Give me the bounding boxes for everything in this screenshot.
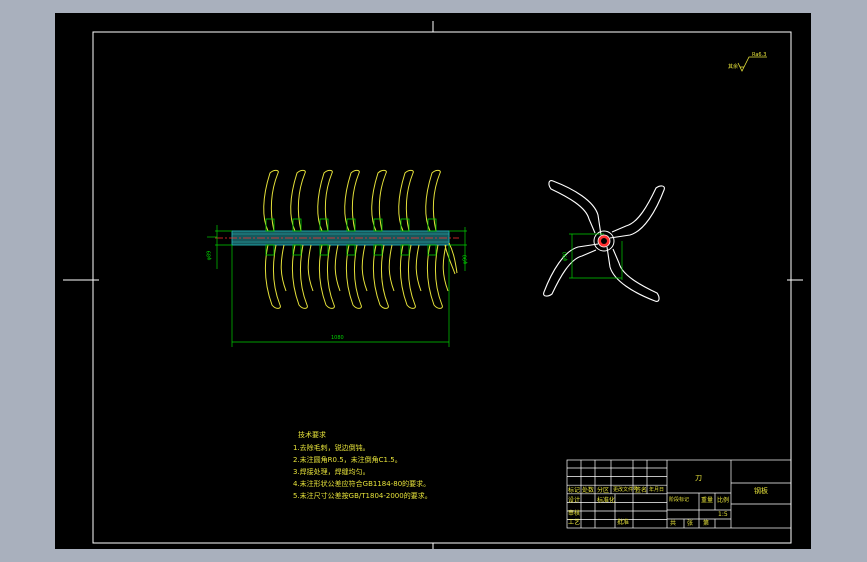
tb-label-sheet-no: 第 bbox=[703, 520, 710, 527]
technical-requirements: 技术要求 1.去除毛刺，锐边倒钝。 2.未注圆角R0.5，未注倒角C1.5。 3… bbox=[293, 429, 432, 502]
dimension-overall-length: 1080 bbox=[331, 335, 344, 341]
tb-label-standardize: 标准化 bbox=[597, 497, 616, 504]
tb-label-mark: 标记 bbox=[568, 487, 581, 494]
lower-blade bbox=[372, 244, 389, 309]
technical-note: 1.去除毛刺，锐边倒钝。 bbox=[293, 444, 370, 452]
lower-blade bbox=[264, 244, 281, 309]
lower-blade-secondary bbox=[388, 244, 395, 292]
rotor-blade bbox=[609, 185, 665, 239]
lower-blade bbox=[291, 244, 308, 309]
tb-label-sheets-total: 共 bbox=[670, 520, 677, 527]
tb-label-stage-mark: 阶段标记 bbox=[669, 497, 690, 503]
technical-note: 4.未注形状公差应符合GB1184-80的要求。 bbox=[293, 480, 431, 488]
technical-note: 3.焊接处理，焊缝均匀。 bbox=[293, 468, 370, 476]
tb-label-review: 审核 bbox=[568, 510, 581, 517]
lower-blade bbox=[318, 244, 335, 309]
rotor-blade bbox=[548, 180, 602, 236]
tb-label-weight: 重量 bbox=[701, 497, 714, 504]
tb-label-sign: 签名 bbox=[635, 487, 648, 494]
centering-marks bbox=[63, 21, 803, 549]
lower-blade-secondary bbox=[280, 244, 287, 292]
tb-label-design: 设计 bbox=[568, 497, 581, 504]
tb-label-zone: 分区 bbox=[597, 487, 610, 494]
lower-blade-secondary bbox=[415, 244, 422, 292]
tb-label-scale: 比例 bbox=[717, 497, 730, 504]
lower-blade-secondary bbox=[334, 244, 341, 292]
drawing-border bbox=[92, 31, 792, 544]
cad-drawing-canvas bbox=[63, 21, 803, 549]
technical-note: 2.未注圆角R0.5，未注倒角C1.5。 bbox=[293, 456, 402, 464]
end-blade bbox=[444, 244, 456, 275]
tb-label-process: 工艺 bbox=[568, 519, 581, 526]
roughness-label: 其余 bbox=[728, 64, 739, 70]
technical-note: 5.未注尺寸公差按GB/T1804-2000的要求。 bbox=[293, 492, 432, 500]
lower-blade-secondary bbox=[307, 244, 314, 292]
tb-label-sheet-unit: 张 bbox=[687, 520, 694, 527]
lower-blade bbox=[399, 244, 416, 309]
tb-label-approve: 批准 bbox=[617, 519, 630, 526]
drawing-sheet: 其余 Ra6.3 1080 φ89 φ90 φ90 技术要求 1.去除毛刺，锐边… bbox=[55, 13, 811, 549]
roughness-symbol bbox=[737, 56, 767, 72]
shaft-front-view bbox=[215, 169, 459, 309]
roughness-value: Ra6.3 bbox=[752, 52, 767, 58]
dimension-shaft-dia: φ89 bbox=[206, 250, 213, 261]
dimension-rotor-span: φ90 bbox=[562, 251, 569, 262]
lower-blade bbox=[426, 244, 443, 309]
title-unit: 钢板 bbox=[754, 487, 768, 495]
hub-center bbox=[601, 238, 607, 244]
tb-scale-value: 1:5 bbox=[718, 511, 728, 518]
lower-blade-secondary bbox=[361, 244, 368, 292]
dimension-right-dia: φ90 bbox=[462, 254, 469, 265]
rotor-side-view bbox=[543, 180, 665, 302]
technical-requirements-title: 技术要求 bbox=[298, 431, 326, 439]
lower-blade bbox=[345, 244, 362, 309]
tb-label-count: 处数 bbox=[582, 487, 595, 494]
title-part-name: 刀 bbox=[695, 474, 702, 482]
tb-label-date: 年月日 bbox=[649, 487, 665, 493]
rotor-blade bbox=[543, 243, 599, 297]
rotor-blade bbox=[606, 246, 660, 302]
